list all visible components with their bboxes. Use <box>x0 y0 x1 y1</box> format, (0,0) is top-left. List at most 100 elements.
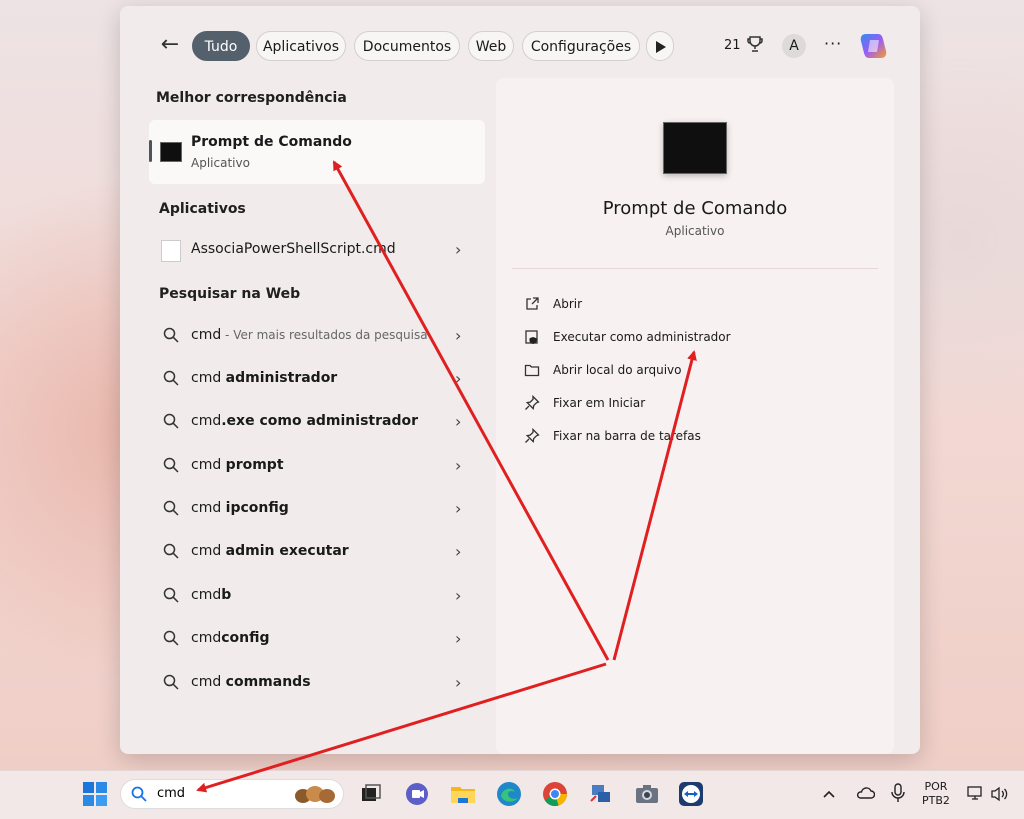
suggestion-label: cmdconfig <box>191 630 270 646</box>
search-icon <box>163 500 179 516</box>
tab-configuracoes[interactable]: Configurações <box>522 31 640 61</box>
web-suggestion-row[interactable]: cmd.exe como administrador › <box>149 404 485 440</box>
action-label: Abrir <box>553 297 583 311</box>
web-suggestion-row[interactable]: cmd ipconfig › <box>149 491 485 527</box>
suggestion-prefix: cmd <box>191 630 222 646</box>
web-suggestion-row[interactable]: cmdconfig › <box>149 621 485 657</box>
network-tool-icon[interactable] <box>586 779 616 809</box>
web-suggestion-row[interactable]: cmd administrador › <box>149 361 485 397</box>
details-subtitle: Aplicativo <box>665 224 725 238</box>
best-match-card[interactable]: Prompt de Comando Aplicativo <box>149 120 485 184</box>
web-result-row[interactable]: cmd - Ver mais resultados da pesquisa › <box>149 318 485 354</box>
search-icon <box>163 630 179 646</box>
web-suggestion-row[interactable]: cmd commands › <box>149 665 485 701</box>
action-open-file-location[interactable]: Abrir local do arquivo <box>524 358 844 384</box>
more-options-icon[interactable]: ··· <box>824 34 842 53</box>
microphone-icon[interactable] <box>890 782 906 804</box>
action-label: Executar como administrador <box>553 330 731 344</box>
search-icon <box>163 543 179 559</box>
web-suggestion-row[interactable]: cmd admin executar › <box>149 534 485 570</box>
web-result-label: cmd - Ver mais resultados da pesquisa <box>191 327 428 343</box>
search-icon <box>163 674 179 690</box>
search-icon <box>131 786 147 802</box>
suggestion-prefix: cmd <box>191 500 226 516</box>
suggestion-completion: .exe como administrador <box>221 413 418 429</box>
web-suggestion-row[interactable]: cmdb › <box>149 578 485 614</box>
rewards-points[interactable]: 21 <box>724 38 741 53</box>
chevron-right-icon[interactable]: › <box>455 542 461 561</box>
tab-web[interactable]: Web <box>468 31 514 61</box>
suggestion-completion: commands <box>225 674 311 690</box>
suggestion-prefix: cmd <box>191 457 226 473</box>
web-query-hint: - Ver mais resultados da pesquisa <box>221 328 428 342</box>
network-icon[interactable] <box>966 785 986 803</box>
task-view-icon[interactable] <box>356 779 386 809</box>
chevron-right-icon[interactable]: › <box>455 412 461 431</box>
app-result-name: AssociaPowerShellScript.cmd <box>191 241 396 257</box>
onedrive-cloud-icon[interactable] <box>855 785 875 801</box>
action-run-as-admin[interactable]: Executar como administrador <box>524 325 844 351</box>
account-avatar[interactable]: A <box>782 34 806 58</box>
chevron-right-icon[interactable]: › <box>455 456 461 475</box>
search-highlight-image-icon <box>295 786 335 803</box>
action-pin-to-start[interactable]: Fixar em Iniciar <box>524 391 844 417</box>
suggestion-completion: b <box>221 587 232 603</box>
action-label: Abrir local do arquivo <box>553 363 682 377</box>
details-title: Prompt de Comando <box>602 198 788 219</box>
edge-browser-icon[interactable] <box>494 779 524 809</box>
chevron-right-icon[interactable]: › <box>455 240 461 259</box>
teams-chat-icon[interactable] <box>402 779 432 809</box>
web-query-text: cmd <box>191 327 222 343</box>
windows-start-icon[interactable] <box>80 779 110 809</box>
chevron-right-icon[interactable]: › <box>455 499 461 518</box>
apps-heading: Aplicativos <box>159 201 246 217</box>
app-result-row[interactable]: AssociaPowerShellScript.cmd › <box>149 232 485 268</box>
search-icon <box>163 587 179 603</box>
chevron-up-icon[interactable] <box>822 787 836 801</box>
input-language-indicator[interactable]: POR PTB2 <box>922 780 950 808</box>
suggestion-label: cmdb <box>191 587 231 603</box>
action-label: Fixar em Iniciar <box>553 396 646 410</box>
chevron-right-icon[interactable]: › <box>455 326 461 345</box>
action-open[interactable]: Abrir <box>524 292 844 318</box>
file-explorer-icon[interactable] <box>448 779 478 809</box>
teamviewer-icon[interactable] <box>676 779 706 809</box>
more-tabs-button[interactable] <box>646 31 674 61</box>
suggestion-label: cmd prompt <box>191 457 284 473</box>
chrome-browser-icon[interactable] <box>540 779 570 809</box>
rewards-trophy-icon[interactable] <box>746 35 764 53</box>
chevron-right-icon[interactable]: › <box>455 586 461 605</box>
best-match-heading: Melhor correspondência <box>156 90 347 106</box>
volume-icon[interactable] <box>990 785 1010 803</box>
suggestion-completion: administrador <box>225 370 338 386</box>
suggestion-label: cmd admin executar <box>191 543 349 559</box>
shield-icon <box>525 330 538 344</box>
open-external-icon <box>526 297 539 310</box>
chevron-right-icon[interactable]: › <box>455 673 461 692</box>
tab-tudo[interactable]: Tudo <box>192 31 250 61</box>
camera-icon[interactable] <box>632 779 662 809</box>
suggestion-label: cmd commands <box>191 674 311 690</box>
action-pin-to-taskbar[interactable]: Fixar na barra de tarefas <box>524 424 844 450</box>
suggestion-label: cmd.exe como administrador <box>191 413 418 429</box>
taskbar-search-box[interactable] <box>120 779 344 809</box>
web-suggestion-row[interactable]: cmd prompt › <box>149 448 485 484</box>
command-prompt-icon <box>160 142 182 162</box>
back-arrow-icon[interactable]: ← <box>156 32 184 60</box>
cmd-file-icon <box>161 240 181 262</box>
suggestion-prefix: cmd <box>191 413 222 429</box>
best-match-type: Aplicativo <box>191 156 250 170</box>
command-prompt-large-icon <box>663 122 727 174</box>
chevron-right-icon[interactable]: › <box>455 629 461 648</box>
taskbar: POR PTB2 <box>0 770 1024 819</box>
details-pane: Prompt de Comando Aplicativo Abrir Execu… <box>496 78 894 754</box>
copilot-icon[interactable] <box>858 30 892 62</box>
tab-aplicativos[interactable]: Aplicativos <box>256 31 346 61</box>
search-topbar: ← Tudo Aplicativos Documentos Web Config… <box>120 28 920 64</box>
tab-documentos[interactable]: Documentos <box>354 31 460 61</box>
suggestion-prefix: cmd <box>191 370 226 386</box>
search-icon <box>163 457 179 473</box>
taskbar-search-input[interactable] <box>155 785 279 802</box>
action-label: Fixar na barra de tarefas <box>553 429 701 443</box>
chevron-right-icon[interactable]: › <box>455 369 461 388</box>
